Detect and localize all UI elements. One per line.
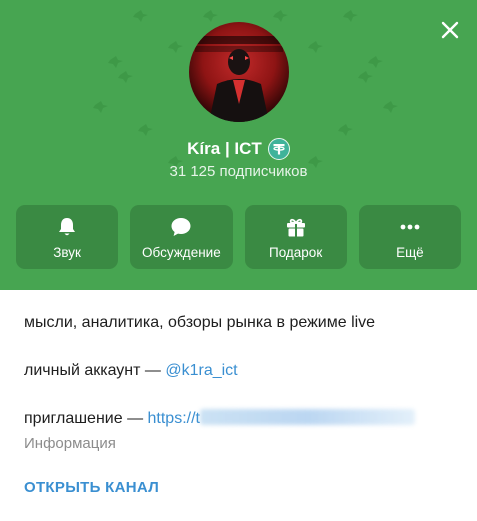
personal-account-line: личный аккаунт — @k1ra_ict (24, 362, 238, 380)
action-buttons: Звук Обсуждение Подарок Ещё (16, 205, 461, 269)
personal-account-label: личный аккаунт — (24, 362, 166, 379)
close-icon[interactable] (436, 16, 464, 44)
invite-label: приглашение — (24, 410, 148, 427)
gift-label: Подарок (269, 244, 323, 260)
open-channel-button[interactable]: ОТКРЫТЬ КАНАЛ (24, 479, 159, 496)
invite-link[interactable]: https://t (148, 410, 200, 427)
discussion-label: Обсуждение (142, 244, 221, 260)
gift-icon (284, 215, 308, 239)
subscriber-count: 31 125 подписчиков (169, 163, 308, 180)
sound-button[interactable]: Звук (16, 205, 119, 269)
channel-avatar[interactable] (189, 22, 289, 122)
more-label: Ещё (396, 244, 424, 260)
info-label: Информация (24, 435, 116, 452)
gift-button[interactable]: Подарок (244, 205, 347, 269)
sound-label: Звук (53, 244, 81, 260)
bell-icon (55, 215, 79, 239)
redacted-link-blur (199, 409, 415, 425)
chat-bubble-icon (169, 215, 193, 239)
channel-title-row: Kíra | ICT (0, 136, 477, 162)
channel-header: Kíra | ICT 31 125 подписчиков Звук Обсуж… (0, 0, 477, 290)
tether-icon (267, 138, 290, 160)
personal-account-link[interactable]: @k1ra_ict (165, 362, 237, 379)
invite-line: приглашение — https://t (24, 409, 415, 428)
channel-description: мысли, аналитика, обзоры рынка в режиме … (24, 314, 376, 331)
more-icon (398, 215, 422, 239)
channel-name: Kíra | ICT (187, 139, 262, 158)
discussion-button[interactable]: Обсуждение (130, 205, 233, 269)
more-button[interactable]: Ещё (358, 205, 461, 269)
